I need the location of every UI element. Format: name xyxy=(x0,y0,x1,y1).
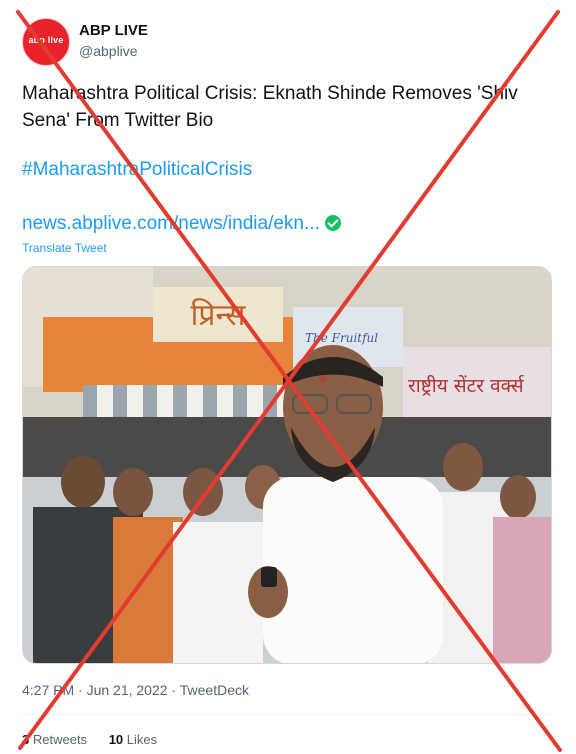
account-name[interactable]: ABP LIVE xyxy=(79,22,148,39)
article-link[interactable]: news.abplive.com/news/india/ekn... xyxy=(22,213,341,235)
avatar-logo-text: abp live xyxy=(28,35,64,45)
retweets-count: 3 xyxy=(22,732,30,747)
shop-sign-fruitful: The Fruitful xyxy=(305,331,378,345)
verified-check-icon xyxy=(324,215,341,231)
shop-sign-prince: प्रिन्स xyxy=(191,298,246,333)
tweet-timestamp[interactable]: 4:27 PM · Jun 21, 2022 · TweetDeck xyxy=(22,682,249,698)
translate-tweet-link[interactable]: Translate Tweet xyxy=(22,241,107,255)
tweet-photo[interactable]: प्रिन्स The Fruitful राष्ट्रीय सेंटर वर्… xyxy=(22,266,552,664)
engagement-stats: 3 Retweets 10 Likes xyxy=(22,732,157,747)
likes-count: 10 xyxy=(108,732,124,747)
tweet-text: Maharashtra Political Crisis: Eknath Shi… xyxy=(22,83,518,131)
account-handle[interactable]: @abplive xyxy=(79,43,138,59)
shop-sign-national: राष्ट्रीय सेंटर वर्क्स xyxy=(408,374,525,397)
tweet-card: abp live ABP LIVE @abplive Maharashtra P… xyxy=(0,0,576,754)
retweets-label: Retweets xyxy=(32,732,88,747)
retweets-stat[interactable]: 3 Retweets xyxy=(22,732,87,747)
avatar[interactable]: abp live xyxy=(22,18,70,66)
article-link-text[interactable]: news.abplive.com/news/india/ekn... xyxy=(22,213,320,234)
likes-stat[interactable]: 10 Likes xyxy=(109,732,157,747)
divider xyxy=(22,714,552,715)
photo-scene: प्रिन्स The Fruitful राष्ट्रीय सेंटर वर्… xyxy=(23,267,551,663)
likes-label: Likes xyxy=(126,732,158,747)
hashtag-link[interactable]: #MaharashtraPoliticalCrisis xyxy=(22,159,252,181)
